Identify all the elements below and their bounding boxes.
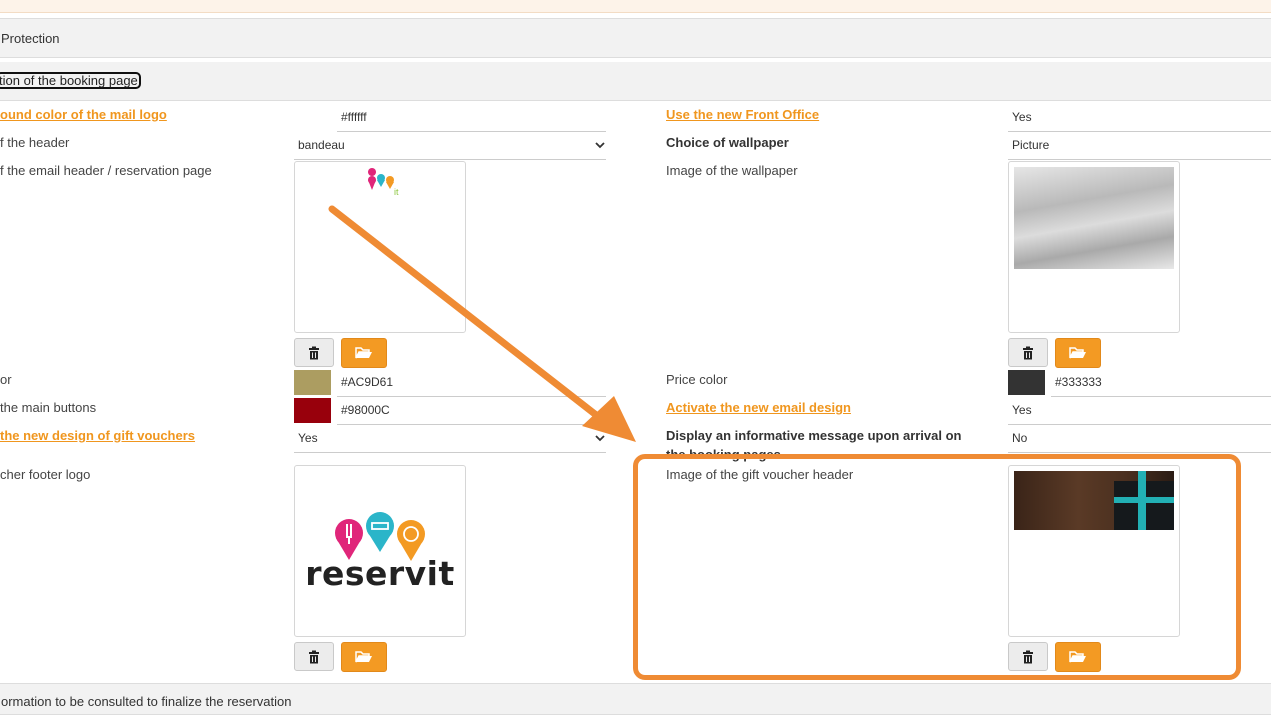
- annotation-highlight-box: [633, 454, 1241, 680]
- section-header-reservation-info[interactable]: ormation to be consulted to finalize the…: [0, 683, 1271, 715]
- section-title: ormation to be consulted to finalize the…: [1, 694, 292, 709]
